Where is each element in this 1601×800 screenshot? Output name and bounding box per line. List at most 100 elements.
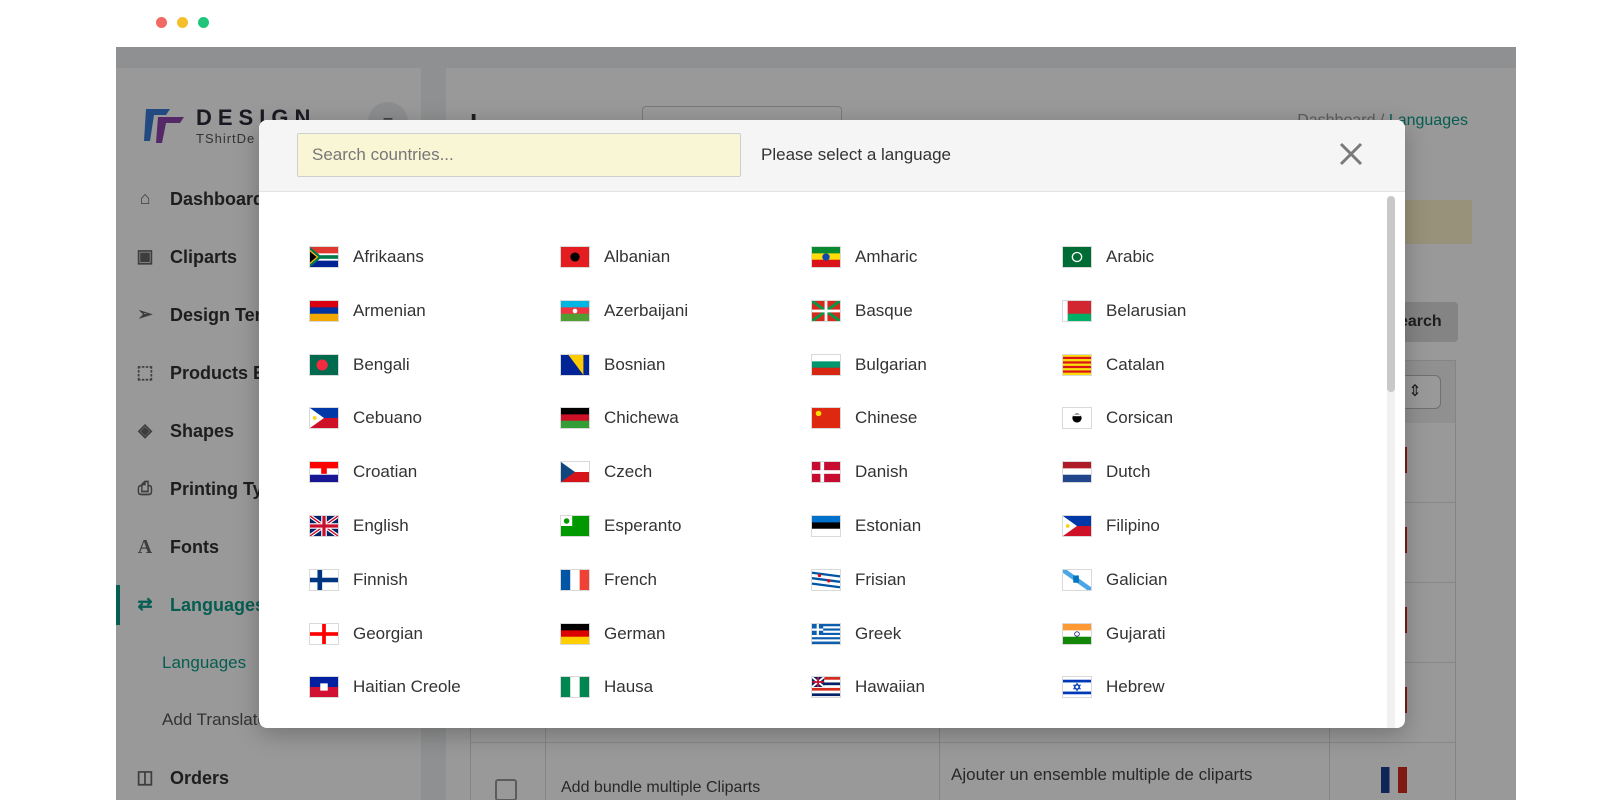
flag-icon <box>309 676 339 699</box>
language-label: Estonian <box>855 516 922 535</box>
flag-icon <box>1062 622 1092 645</box>
language-option[interactable]: Gujarati <box>1062 622 1166 645</box>
language-label: Esperanto <box>604 516 682 535</box>
language-option[interactable]: Bosnian <box>560 353 666 376</box>
language-option[interactable]: Cebuano <box>309 407 422 430</box>
language-label: Basque <box>855 300 913 320</box>
language-option[interactable]: Croatian <box>309 461 417 484</box>
language-label: Afrikaans <box>353 247 424 266</box>
flag-icon <box>309 246 339 268</box>
language-option[interactable]: Georgian <box>309 622 423 645</box>
flag-icon <box>309 461 339 484</box>
language-label: Bulgarian <box>855 354 927 374</box>
flag-icon <box>309 622 339 645</box>
language-label: Greek <box>855 623 902 643</box>
modal-header: Please select a language <box>259 120 1405 192</box>
language-option[interactable]: Danish <box>811 461 908 484</box>
close-icon[interactable] <box>1333 136 1369 172</box>
language-option[interactable]: Armenian <box>309 299 426 322</box>
language-option[interactable]: Greek <box>811 622 902 645</box>
language-option[interactable]: Dutch <box>1062 461 1150 484</box>
language-label: Bengali <box>353 354 410 374</box>
language-label: Frisian <box>855 569 907 589</box>
language-option[interactable]: Belarusian <box>1062 299 1187 322</box>
flag-icon <box>560 407 590 430</box>
language-option[interactable]: Afrikaans <box>309 246 424 268</box>
language-label: Albanian <box>604 247 671 266</box>
language-option[interactable]: Finnish <box>309 568 408 591</box>
language-option[interactable]: Frisian <box>811 568 907 591</box>
language-label: Filipino <box>1106 516 1160 535</box>
language-option[interactable]: Galician <box>1062 568 1168 591</box>
minimize-dot[interactable] <box>177 17 188 28</box>
flag-icon <box>309 568 339 591</box>
language-label: Hausa <box>604 677 654 697</box>
close-dot[interactable] <box>156 17 167 28</box>
flag-icon <box>560 676 590 699</box>
language-option[interactable]: Bengali <box>309 353 410 376</box>
language-label: Corsican <box>1106 408 1174 428</box>
language-label: Belarusian <box>1106 300 1187 320</box>
language-label: Czech <box>604 462 653 482</box>
language-label: Haitian Creole <box>353 677 461 697</box>
language-option[interactable]: German <box>560 622 666 645</box>
maximize-dot[interactable] <box>198 17 209 28</box>
flag-icon <box>309 515 339 537</box>
flag-icon <box>1062 407 1092 430</box>
scrollbar[interactable] <box>1387 196 1395 728</box>
language-option[interactable]: Czech <box>560 461 653 484</box>
modal-prompt: Please select a language <box>761 145 951 164</box>
flag-icon <box>811 407 841 430</box>
language-option[interactable]: French <box>560 568 657 591</box>
language-option[interactable]: Estonian <box>811 515 921 537</box>
search-countries-input[interactable] <box>297 133 741 177</box>
flag-icon <box>309 353 339 376</box>
language-option[interactable]: Amharic <box>811 246 917 268</box>
language-label: English <box>353 516 409 535</box>
language-option[interactable]: Chichewa <box>560 407 679 430</box>
language-label: Chinese <box>855 408 918 428</box>
language-label: German <box>604 623 666 643</box>
language-label: Bosnian <box>604 354 666 374</box>
language-option[interactable]: Corsican <box>1062 407 1174 430</box>
language-option[interactable]: Hebrew <box>1062 676 1165 699</box>
language-option[interactable]: Chinese <box>811 407 918 430</box>
flag-icon <box>1062 299 1092 322</box>
flag-icon <box>811 568 841 591</box>
language-label: Arabic <box>1106 247 1155 266</box>
language-label: Georgian <box>353 623 423 643</box>
flag-icon <box>811 353 841 376</box>
language-label: Danish <box>855 462 908 482</box>
language-option[interactable]: Azerbaijani <box>560 299 689 322</box>
language-option[interactable]: Arabic <box>1062 246 1154 268</box>
language-option[interactable]: Bulgarian <box>811 353 927 376</box>
language-option[interactable]: Filipino <box>1062 515 1160 537</box>
flag-icon <box>1062 676 1092 699</box>
language-option[interactable]: Hausa <box>560 676 654 699</box>
language-label: Hebrew <box>1106 677 1165 697</box>
language-option[interactable]: Haitian Creole <box>309 676 461 699</box>
language-option[interactable]: Hawaiian <box>811 676 925 699</box>
flag-icon <box>811 676 841 699</box>
flag-icon <box>560 246 590 268</box>
flag-icon <box>1062 246 1092 268</box>
language-label: Hawaiian <box>855 677 925 697</box>
window-controls <box>156 17 209 28</box>
flag-icon <box>1062 461 1092 484</box>
language-label: Azerbaijani <box>604 300 689 320</box>
language-picker-modal: Please select a language Afrikaans Albani… <box>259 120 1405 728</box>
language-label: Amharic <box>855 247 918 266</box>
language-option[interactable]: Esperanto <box>560 515 682 537</box>
language-option[interactable]: Catalan <box>1062 353 1165 376</box>
language-label: Galician <box>1106 569 1168 589</box>
scrollbar-thumb[interactable] <box>1387 196 1395 392</box>
flag-icon <box>560 353 590 376</box>
language-option[interactable]: English <box>309 515 409 537</box>
language-label: Armenian <box>353 300 426 320</box>
flag-icon <box>560 622 590 645</box>
flag-icon <box>560 568 590 591</box>
language-option[interactable]: Basque <box>811 299 913 322</box>
language-option[interactable]: Albanian <box>560 246 670 268</box>
flag-icon <box>811 461 841 484</box>
flag-icon <box>309 407 339 430</box>
